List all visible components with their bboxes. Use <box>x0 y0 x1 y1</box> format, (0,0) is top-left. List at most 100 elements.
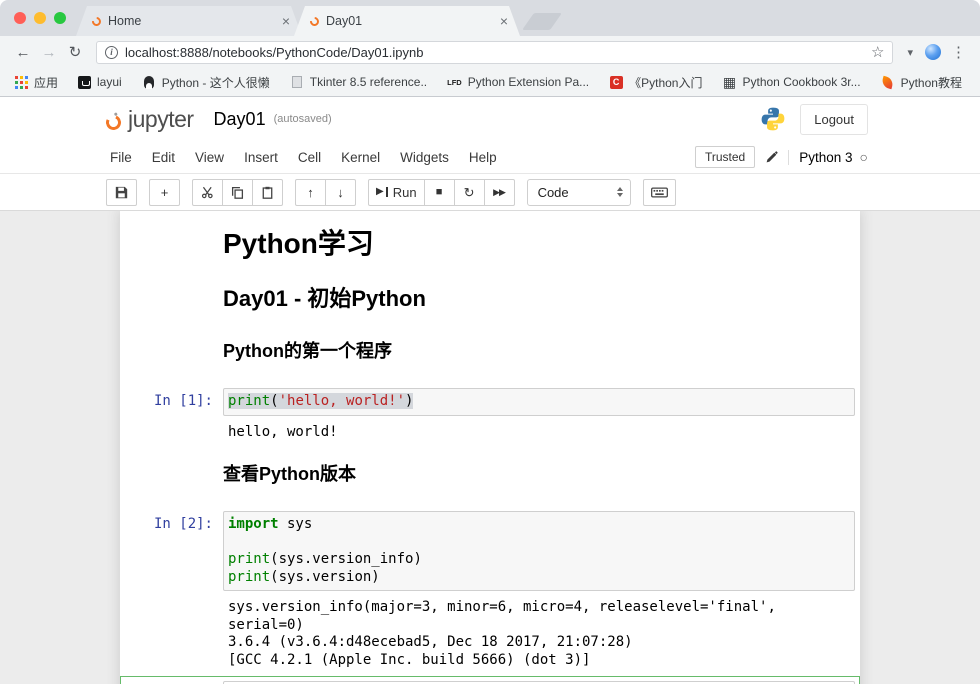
cell-type-select[interactable]: Code <box>527 179 631 206</box>
restart-run-all-button[interactable]: ▶▶ <box>484 179 515 206</box>
browser-window: Home × Day01 × ← → ↻ i localhost:8888/no… <box>0 0 980 684</box>
code-cell[interactable]: In [2]:import sys print(sys.version_info… <box>120 506 860 676</box>
interrupt-kernel-button[interactable]: ■ <box>424 179 455 206</box>
jupyter-logo[interactable]: jupyter <box>106 108 194 131</box>
notebook-title[interactable]: Day01 <box>214 109 266 130</box>
tab-day01[interactable]: Day01 × <box>294 6 520 36</box>
markdown-content: 查看Python版本 <box>223 463 855 485</box>
code-token: ( <box>270 393 278 409</box>
menu-cell[interactable]: Cell <box>288 146 331 169</box>
reload-button[interactable]: ↻ <box>62 43 88 61</box>
autosave-status: (autosaved) <box>274 113 332 125</box>
bookmark-label: layui <box>97 75 122 89</box>
bookmark-label: 《Python入门 <box>629 74 702 91</box>
markdown-cell[interactable]: Python的第一个程序 <box>120 325 860 383</box>
forward-button[interactable]: → <box>36 44 62 61</box>
cell-output-row: sys.version_info(major=3, minor=6, micro… <box>125 597 855 671</box>
add-cell-button[interactable]: + <box>149 179 180 206</box>
code-cell[interactable]: In [ ]: <box>120 676 860 684</box>
bookmark-python-cookbook[interactable]: ▦ Python Cookbook 3r... <box>723 75 861 89</box>
new-tab-button[interactable] <box>522 13 562 30</box>
extension-icon[interactable] <box>925 44 941 60</box>
minimize-window-button[interactable] <box>34 12 46 24</box>
restart-icon: ↻ <box>464 186 475 199</box>
address-bar[interactable]: i localhost:8888/notebooks/PythonCode/Da… <box>96 41 893 64</box>
bookmark-label: Python Extension Pa... <box>468 75 589 89</box>
cell-input-row: In [1]:print('hello, world!') <box>125 388 855 416</box>
markdown-content: Python的第一个程序 <box>223 340 855 362</box>
code-line: import sys <box>228 516 850 534</box>
move-cell-down-button[interactable]: ↓ <box>325 179 356 206</box>
menu-help[interactable]: Help <box>459 146 507 169</box>
save-icon <box>115 186 128 199</box>
code-editor[interactable]: import sys print(sys.version_info)print(… <box>223 511 855 591</box>
browser-toolbar: ← → ↻ i localhost:8888/notebooks/PythonC… <box>0 36 980 68</box>
move-cell-up-button[interactable]: ↑ <box>295 179 326 206</box>
scissors-icon <box>201 186 214 199</box>
bookmark-python-blog[interactable]: Python - 这个人很懒 <box>142 74 270 91</box>
bookmark-python-tutorial[interactable]: Python教程 <box>881 74 962 91</box>
jupyter-logo-icon <box>104 112 123 131</box>
close-window-button[interactable] <box>14 12 26 24</box>
run-label: Run <box>393 185 417 200</box>
code-editor[interactable]: print('hello, world!') <box>223 388 855 416</box>
menu-view[interactable]: View <box>185 146 234 169</box>
bookmark-python-extension[interactable]: LFD Python Extension Pa... <box>447 75 589 89</box>
command-palette-button[interactable] <box>643 179 676 206</box>
code-token: (sys.version_info) <box>270 551 422 567</box>
bookmark-label: 应用 <box>34 74 58 91</box>
logout-button[interactable]: Logout <box>800 104 868 135</box>
lfd-favicon-icon: LFD <box>447 75 462 89</box>
bookmark-layui[interactable]: layui <box>78 75 122 89</box>
bookmark-apps[interactable]: 应用 <box>14 74 58 91</box>
run-cell-button[interactable]: ▶Run <box>368 179 425 206</box>
jupyter-menubar: File Edit View Insert Cell Kernel Widget… <box>0 141 980 174</box>
tab-strip: Home × Day01 × <box>76 0 556 36</box>
trusted-button[interactable]: Trusted <box>695 146 755 168</box>
heading-h1: Python学习 <box>223 228 841 260</box>
code-token: ) <box>405 393 413 409</box>
output-prompt <box>125 597 223 671</box>
code-token: print <box>228 551 270 567</box>
penguin-favicon-icon <box>142 75 156 89</box>
page-info-icon[interactable]: i <box>105 46 118 59</box>
menu-file[interactable]: File <box>100 146 142 169</box>
step-bar-icon <box>386 187 388 197</box>
menu-insert[interactable]: Insert <box>234 146 288 169</box>
markdown-cell[interactable]: 查看Python版本 <box>120 448 860 506</box>
notebook-area: Python学习 Day01 - 初始Python Python的第一个程序 In [… <box>0 211 980 684</box>
browser-menu-icon[interactable]: ⋮ <box>951 43 966 61</box>
kernel-name[interactable]: Python 3 <box>799 150 852 165</box>
bookmark-star-icon[interactable]: ☆ <box>871 43 884 61</box>
menu-edit[interactable]: Edit <box>142 146 185 169</box>
save-button[interactable] <box>106 179 137 206</box>
restart-kernel-button[interactable]: ↻ <box>454 179 485 206</box>
fullscreen-window-button[interactable] <box>54 12 66 24</box>
url-text[interactable]: localhost:8888/notebooks/PythonCode/Day0… <box>125 45 864 60</box>
back-button[interactable]: ← <box>10 44 36 61</box>
cut-cell-button[interactable] <box>192 179 223 206</box>
input-prompt: In [1]: <box>125 388 223 416</box>
output-text: hello, world! <box>223 422 338 444</box>
code-cell[interactable]: In [1]:print('hello, world!') hello, worl… <box>120 383 860 448</box>
heading-h3: Python的第一个程序 <box>223 340 841 362</box>
dropdown-arrow-icon[interactable]: ▾ <box>907 46 913 59</box>
menu-kernel[interactable]: Kernel <box>331 146 390 169</box>
code-token: print <box>228 569 270 585</box>
markdown-cell[interactable]: Day01 - 初始Python <box>120 271 860 325</box>
menu-widgets[interactable]: Widgets <box>390 146 459 169</box>
book-favicon-icon: ▦ <box>723 75 737 89</box>
markdown-cell[interactable]: Python学习 <box>120 217 860 271</box>
jupyter-favicon-icon <box>308 15 321 28</box>
kernel-idle-icon: ○ <box>860 149 868 165</box>
tab-close-icon[interactable]: × <box>500 14 508 28</box>
paste-cell-button[interactable] <box>252 179 283 206</box>
bookmark-tkinter-reference[interactable]: Tkinter 8.5 reference.. <box>290 75 427 89</box>
copy-cell-button[interactable] <box>222 179 253 206</box>
tab-home[interactable]: Home × <box>76 6 302 36</box>
bookmark-label: Python - 这个人很懒 <box>162 74 270 91</box>
bookmark-python-intro[interactable]: C 《Python入门 <box>609 74 702 91</box>
tab-close-icon[interactable]: × <box>282 14 290 28</box>
tab-title: Day01 <box>326 14 493 28</box>
output-prompt <box>125 422 223 444</box>
